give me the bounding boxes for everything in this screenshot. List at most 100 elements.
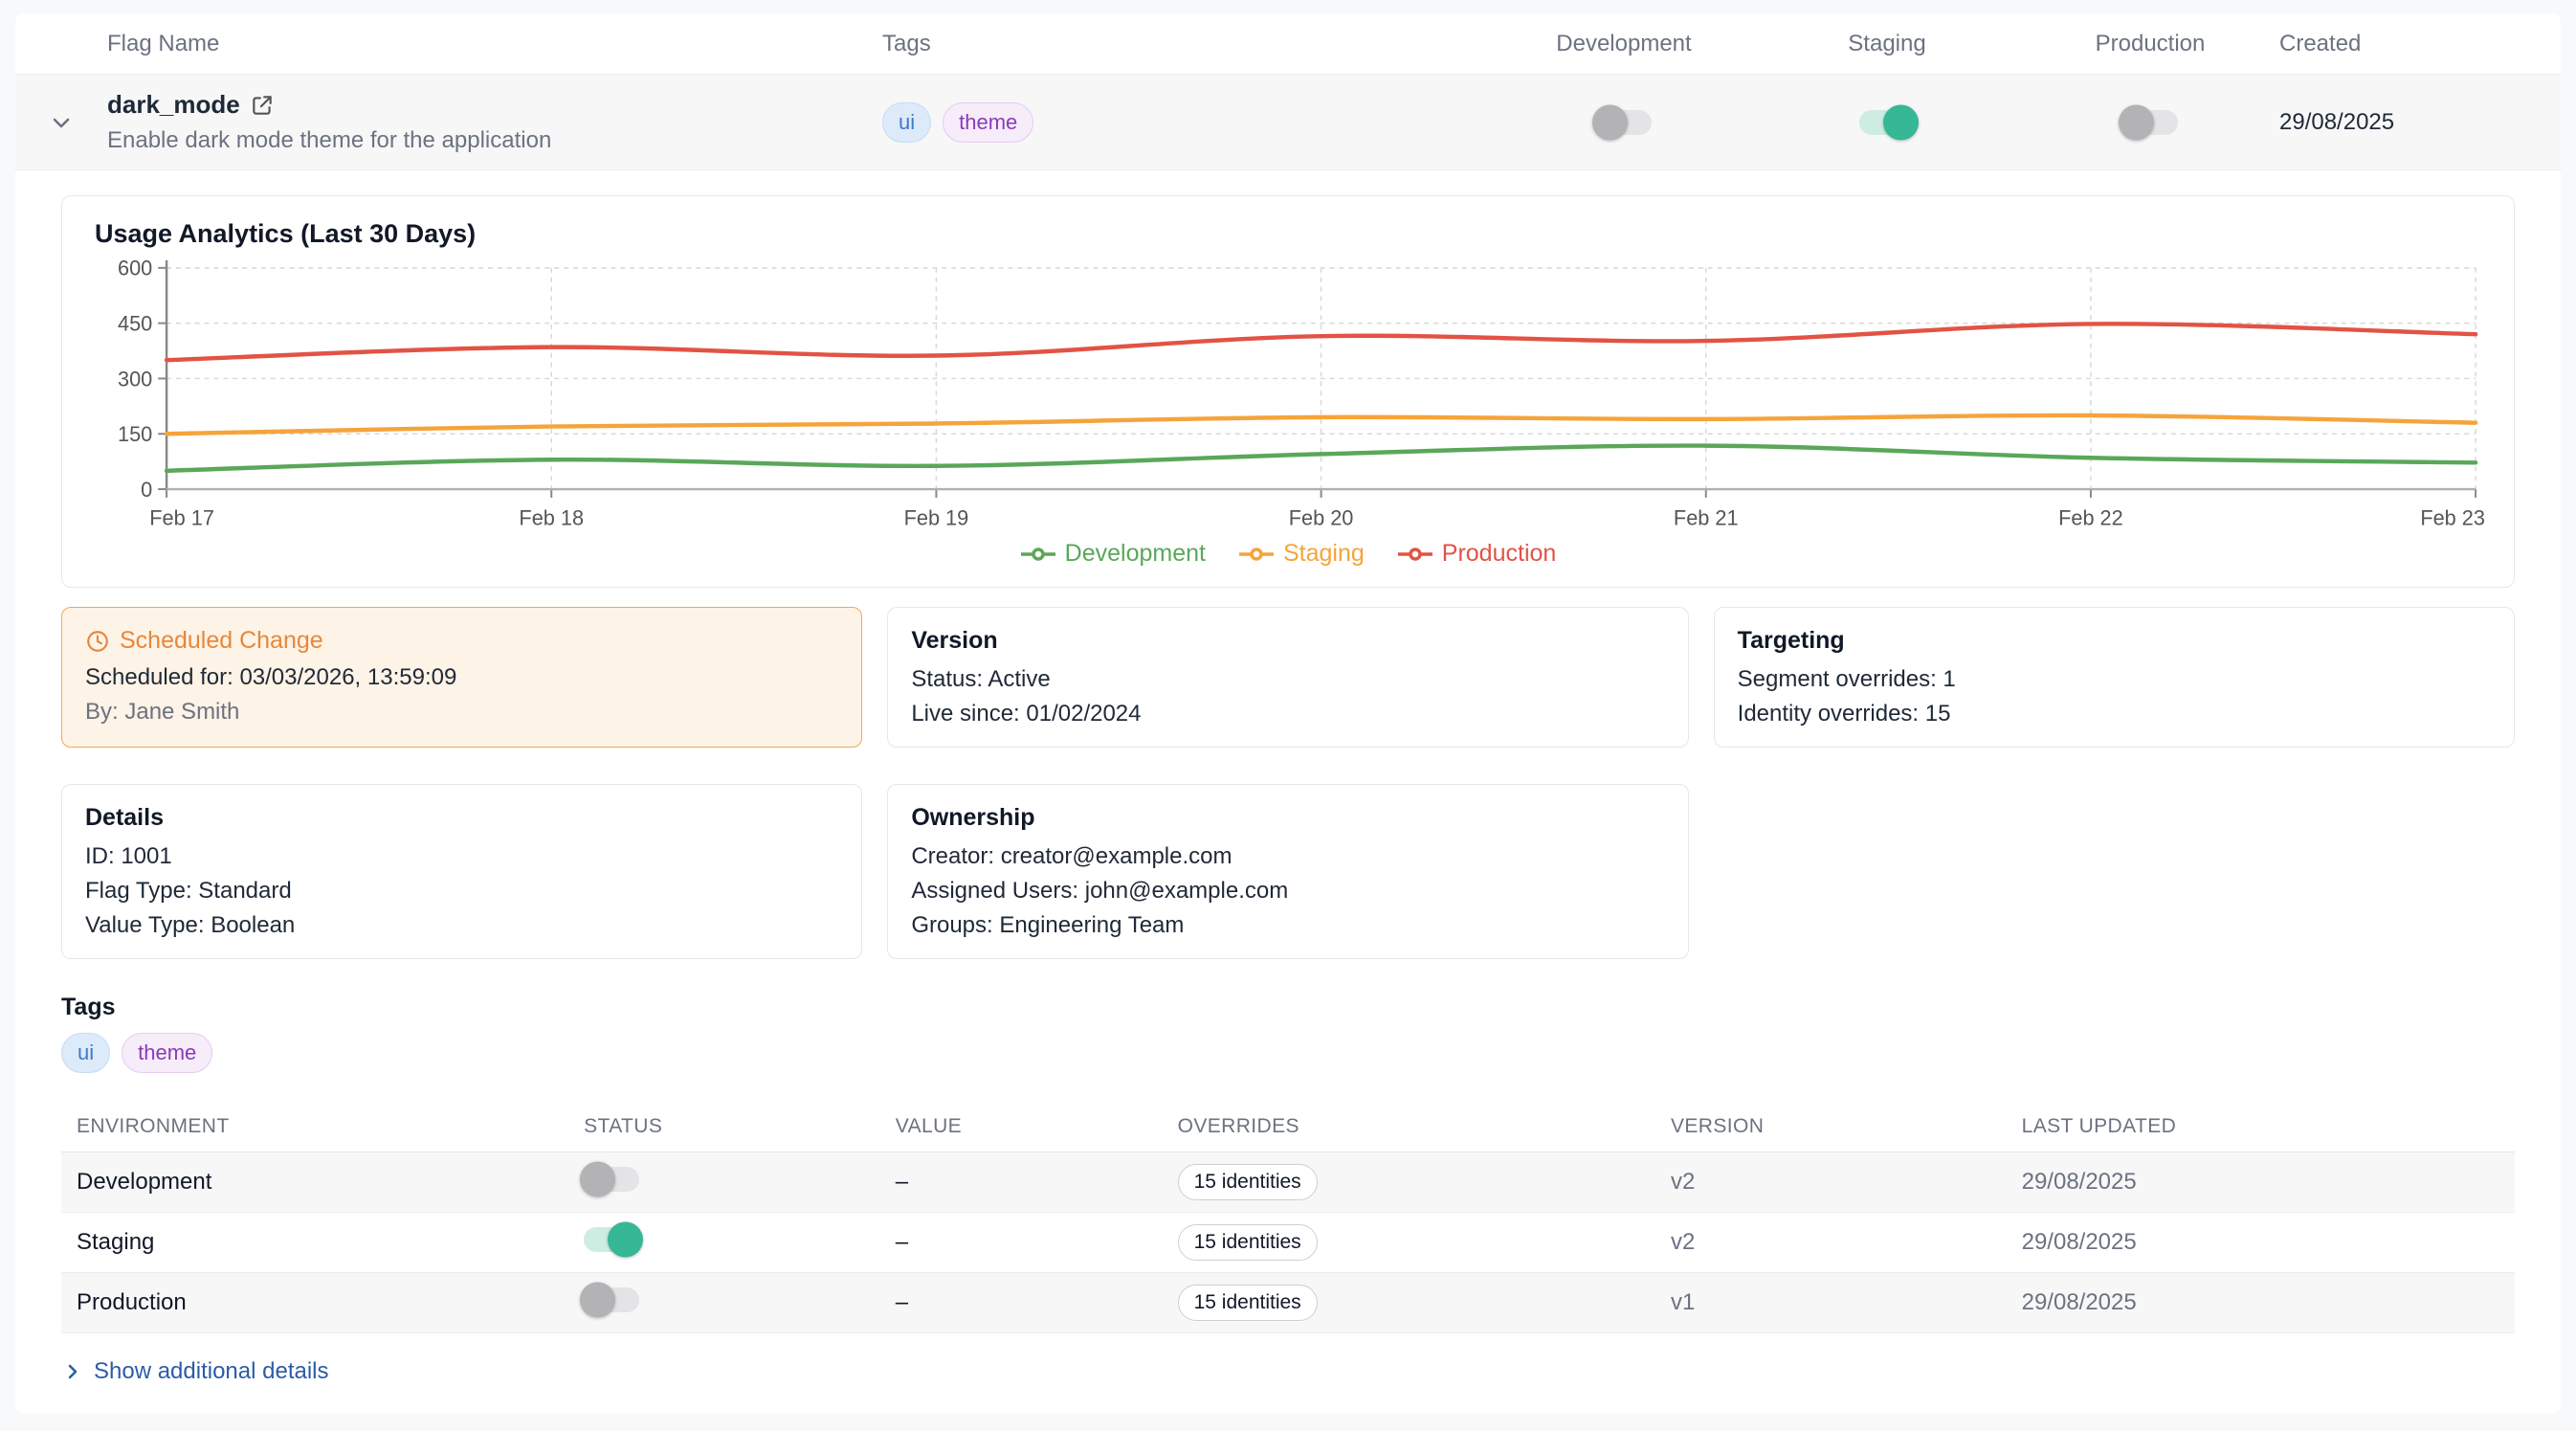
- svg-text:300: 300: [118, 367, 152, 391]
- usage-analytics-chart: 0 150 300 450 600 Feb 17 Feb 18 Feb 19 Feb 20 Feb…: [91, 255, 2485, 538]
- toggle-knob: [580, 1161, 615, 1196]
- column-version: VERSION: [1671, 1115, 2022, 1138]
- flag-row: dark_mode Enable dark mode theme for the…: [15, 75, 2561, 170]
- created-date: 29/08/2025: [2279, 109, 2561, 136]
- environment-table: ENVIRONMENT STATUS VALUE OVERRIDES VERSI…: [61, 1107, 2515, 1333]
- ownership-card: Ownership Creator: creator@example.com A…: [887, 784, 1688, 959]
- overrides-badge[interactable]: 15 identities: [1178, 1285, 1318, 1321]
- column-header-staging: Staging: [1753, 31, 2021, 57]
- svg-text:450: 450: [118, 312, 152, 336]
- version-card: Version Status: Active Live since: 01/02…: [887, 607, 1688, 748]
- table-row: Development–15 identitiesv229/08/2025: [61, 1152, 2515, 1213]
- legend-marker-icon: [1238, 547, 1275, 562]
- tags-section: Tags uitheme: [61, 994, 2515, 1073]
- external-link-icon[interactable]: [250, 93, 275, 118]
- svg-text:600: 600: [118, 257, 152, 280]
- collapse-row-button[interactable]: [15, 109, 107, 136]
- groups: Groups: Engineering Team: [911, 912, 1664, 939]
- production-toggle[interactable]: [2122, 110, 2178, 135]
- version-status: Status: Active: [911, 666, 1664, 693]
- production-status-toggle[interactable]: [584, 1287, 639, 1312]
- table-row: Staging–15 identitiesv229/08/2025: [61, 1213, 2515, 1273]
- svg-text:Feb 22: Feb 22: [2058, 506, 2123, 530]
- environment-name: Staging: [61, 1229, 584, 1256]
- show-additional-details-link[interactable]: Show additional details: [61, 1333, 2515, 1414]
- chevron-right-icon: [61, 1360, 84, 1383]
- column-last-updated: LAST UPDATED: [2022, 1115, 2515, 1138]
- legend-marker-icon: [1397, 547, 1433, 562]
- scheduled-for-text: Scheduled for: 03/03/2026, 13:59:09: [85, 664, 838, 691]
- svg-text:Feb 17: Feb 17: [149, 506, 214, 530]
- flag-id: ID: 1001: [85, 843, 838, 870]
- legend-item-development[interactable]: Development: [1020, 540, 1206, 568]
- column-status: STATUS: [584, 1115, 896, 1138]
- toggle-knob: [1592, 104, 1628, 140]
- svg-text:Feb 19: Feb 19: [904, 506, 969, 530]
- assigned-users: Assigned Users: john@example.com: [911, 878, 1664, 905]
- svg-text:Feb 18: Feb 18: [519, 506, 584, 530]
- ownership-title: Ownership: [911, 804, 1664, 832]
- flag-name[interactable]: dark_mode: [107, 90, 240, 120]
- svg-text:Feb 20: Feb 20: [1289, 506, 1354, 530]
- table-row: Production –15 identities v129/08/2025: [61, 1273, 2515, 1333]
- empty-grid-cell: [1714, 784, 2515, 959]
- toggle-knob: [1883, 104, 1919, 140]
- creator: Creator: creator@example.com: [911, 843, 1664, 870]
- column-header-created: Created: [2279, 31, 2561, 57]
- last-updated-cell: 29/08/2025: [2022, 1169, 2515, 1196]
- scheduled-by-text: By: Jane Smith: [85, 699, 838, 726]
- svg-text:0: 0: [141, 478, 152, 502]
- version-cell: v2: [1671, 1169, 2022, 1196]
- details-title: Details: [85, 804, 838, 832]
- tags-section-chips: uitheme: [61, 1033, 2515, 1073]
- development-toggle[interactable]: [1596, 110, 1652, 135]
- svg-text:Feb 21: Feb 21: [1674, 506, 1739, 530]
- development-status-toggle[interactable]: [584, 1167, 639, 1192]
- tag-chip-ui[interactable]: ui: [882, 102, 931, 143]
- flag-type: Flag Type: Standard: [85, 878, 838, 905]
- last-updated-cell: 29/08/2025: [2022, 1289, 2515, 1316]
- overrides-badge[interactable]: 15 identities: [1178, 1224, 1318, 1261]
- version-title: Version: [911, 627, 1664, 655]
- environment-table-header: ENVIRONMENT STATUS VALUE OVERRIDES VERSI…: [61, 1107, 2515, 1152]
- column-value: VALUE: [896, 1115, 1178, 1138]
- flag-list-panel: Flag Name Tags Development Staging Produ…: [15, 13, 2561, 1414]
- toggle-knob: [580, 1282, 615, 1317]
- toggle-knob: [2119, 104, 2154, 140]
- staging-toggle[interactable]: [1859, 110, 1915, 135]
- segment-overrides: Segment overrides: 1: [1738, 666, 2491, 693]
- usage-analytics-card: Usage Analytics (Last 30 Days) 0 150 300 45…: [61, 195, 2515, 588]
- value-cell: –: [896, 1229, 1178, 1256]
- version-cell: v2: [1671, 1229, 2022, 1256]
- tag-chip-theme[interactable]: theme: [122, 1033, 212, 1073]
- targeting-title: Targeting: [1738, 627, 2491, 655]
- column-header-flag-name: Flag Name: [107, 31, 882, 57]
- flag-description: Enable dark mode theme for the applicati…: [107, 127, 882, 154]
- show-additional-details-label: Show additional details: [94, 1358, 329, 1385]
- environment-table-body: Development–15 identitiesv229/08/2025Sta…: [61, 1152, 2515, 1333]
- value-cell: –: [896, 1289, 1178, 1316]
- flag-row-tags: uitheme: [882, 102, 1495, 143]
- column-header-development: Development: [1495, 31, 1753, 57]
- toggle-knob: [608, 1221, 643, 1257]
- svg-text:150: 150: [118, 422, 152, 446]
- tag-chip-theme[interactable]: theme: [943, 102, 1033, 143]
- clock-icon: [85, 629, 110, 654]
- legend-item-production[interactable]: Production: [1397, 540, 1557, 568]
- version-cell: v1: [1671, 1289, 2022, 1316]
- chart-title: Usage Analytics (Last 30 Days): [95, 219, 2485, 249]
- value-type: Value Type: Boolean: [85, 912, 838, 939]
- column-overrides: OVERRIDES: [1178, 1115, 1671, 1138]
- column-environment: ENVIRONMENT: [61, 1115, 584, 1138]
- legend-item-staging[interactable]: Staging: [1238, 540, 1365, 568]
- staging-status-toggle[interactable]: [584, 1227, 639, 1252]
- overrides-badge[interactable]: 15 identities: [1178, 1164, 1318, 1200]
- targeting-card: Targeting Segment overrides: 1 Identity …: [1714, 607, 2515, 748]
- column-header-production: Production: [2021, 31, 2279, 57]
- chart-legend: Development Staging Production: [91, 538, 2485, 577]
- identity-overrides: Identity overrides: 15: [1738, 701, 2491, 727]
- flag-details-panel: Usage Analytics (Last 30 Days) 0 150 300 45…: [15, 170, 2561, 1414]
- environment-name: Production: [61, 1289, 584, 1316]
- column-header-tags: Tags: [882, 31, 1495, 57]
- tag-chip-ui[interactable]: ui: [61, 1033, 110, 1073]
